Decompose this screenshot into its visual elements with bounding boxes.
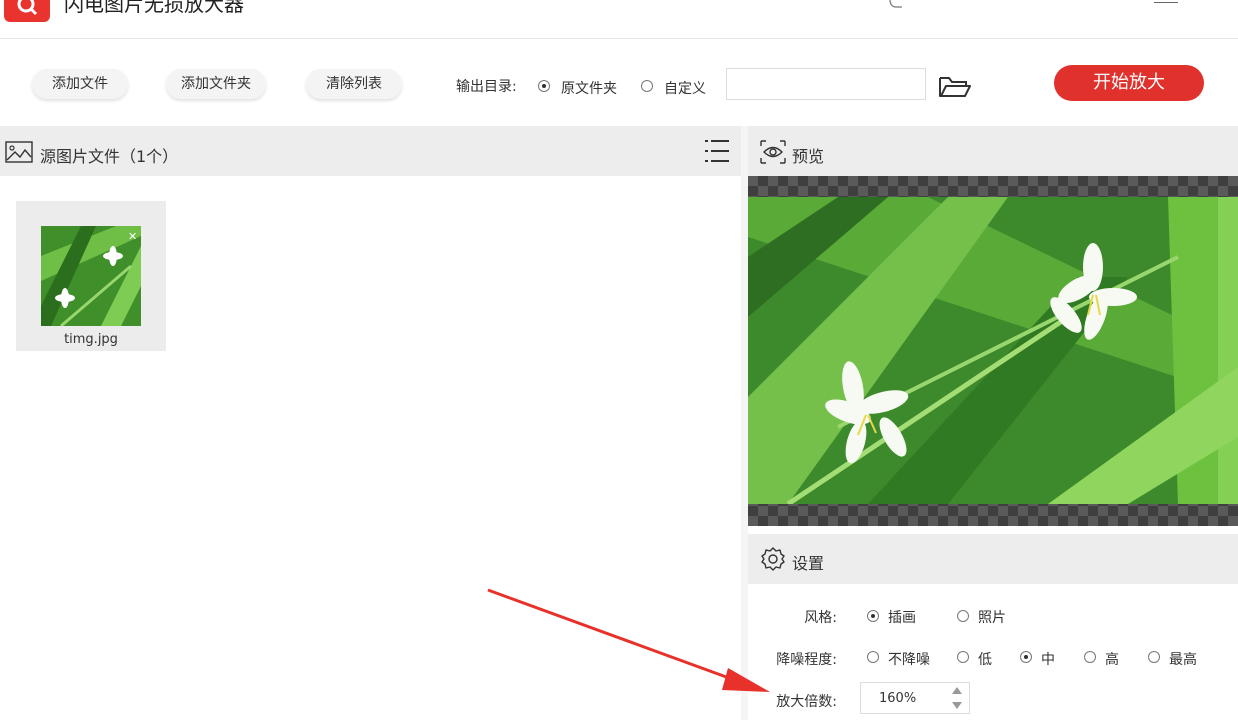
preview-image xyxy=(748,197,1238,507)
add-folder-button[interactable]: 添加文件夹 xyxy=(166,69,266,99)
radio-denoise-max-label: 最高 xyxy=(1169,652,1197,668)
settings-header: 设置 xyxy=(748,534,1238,584)
output-dir-label: 输出目录: xyxy=(456,79,517,95)
denoise-label: 降噪程度: xyxy=(776,652,837,668)
stepper-down-icon[interactable] xyxy=(952,702,962,709)
output-path-input[interactable] xyxy=(726,68,926,100)
radio-style-illustration-label: 插画 xyxy=(888,610,916,626)
radio-style-illustration[interactable] xyxy=(867,610,879,622)
radio-original-folder-label: 原文件夹 xyxy=(561,81,617,97)
eye-icon xyxy=(760,140,786,168)
file-thumbnail-card[interactable]: ✕ timg.jpg xyxy=(16,201,166,351)
toolbar: 添加文件 添加文件夹 清除列表 输出目录: 原文件夹 自定义 开始放大 xyxy=(0,39,1238,125)
app-title: 闪电图片无损放大器 xyxy=(64,0,244,16)
gear-icon xyxy=(760,546,786,576)
zoom-stepper[interactable]: 160% xyxy=(860,682,970,714)
radio-denoise-high-label: 高 xyxy=(1105,652,1119,668)
minimize-icon[interactable] xyxy=(1154,0,1178,3)
list-menu-icon[interactable] xyxy=(704,136,730,170)
start-enlarge-button[interactable]: 开始放大 xyxy=(1054,65,1204,101)
radio-denoise-medium[interactable] xyxy=(1020,651,1032,663)
folder-open-icon[interactable] xyxy=(938,75,972,103)
panel-divider xyxy=(741,126,748,720)
radio-style-photo-label: 照片 xyxy=(978,610,1006,626)
title-bar: 闪电图片无损放大器 xyxy=(0,0,1238,39)
style-label: 风格: xyxy=(804,610,837,626)
radio-original-folder[interactable] xyxy=(538,80,550,92)
radio-denoise-max[interactable] xyxy=(1148,651,1160,663)
settings-title: 设置 xyxy=(792,554,825,573)
stepper-up-icon[interactable] xyxy=(952,687,962,694)
app-logo-icon xyxy=(4,0,50,22)
radio-custom-folder[interactable] xyxy=(641,80,653,92)
add-file-button[interactable]: 添加文件 xyxy=(32,69,128,99)
radio-denoise-low-label: 低 xyxy=(978,652,992,668)
radio-style-photo[interactable] xyxy=(957,610,969,622)
image-icon xyxy=(5,140,33,168)
preview-header: 预览 xyxy=(748,126,1238,176)
thumbnail-filename: timg.jpg xyxy=(64,332,118,347)
zoom-value: 160% xyxy=(879,691,917,706)
radio-custom-folder-label: 自定义 xyxy=(664,81,706,97)
radio-denoise-low[interactable] xyxy=(957,651,969,663)
close-icon[interactable]: ✕ xyxy=(128,231,137,242)
source-files-title: 源图片文件（1个） xyxy=(40,147,179,166)
radio-denoise-none-label: 不降噪 xyxy=(888,652,930,668)
preview-title: 预览 xyxy=(792,147,825,166)
clear-list-button[interactable]: 清除列表 xyxy=(306,69,402,99)
radio-denoise-high[interactable] xyxy=(1084,651,1096,663)
thumbnail-image xyxy=(41,226,141,326)
feedback-icon[interactable] xyxy=(888,0,904,13)
zoom-label: 放大倍数: xyxy=(776,694,837,710)
source-files-header: 源图片文件（1个） xyxy=(0,126,741,176)
radio-denoise-medium-label: 中 xyxy=(1041,652,1055,668)
preview-area xyxy=(748,176,1238,526)
radio-denoise-none[interactable] xyxy=(867,651,879,663)
